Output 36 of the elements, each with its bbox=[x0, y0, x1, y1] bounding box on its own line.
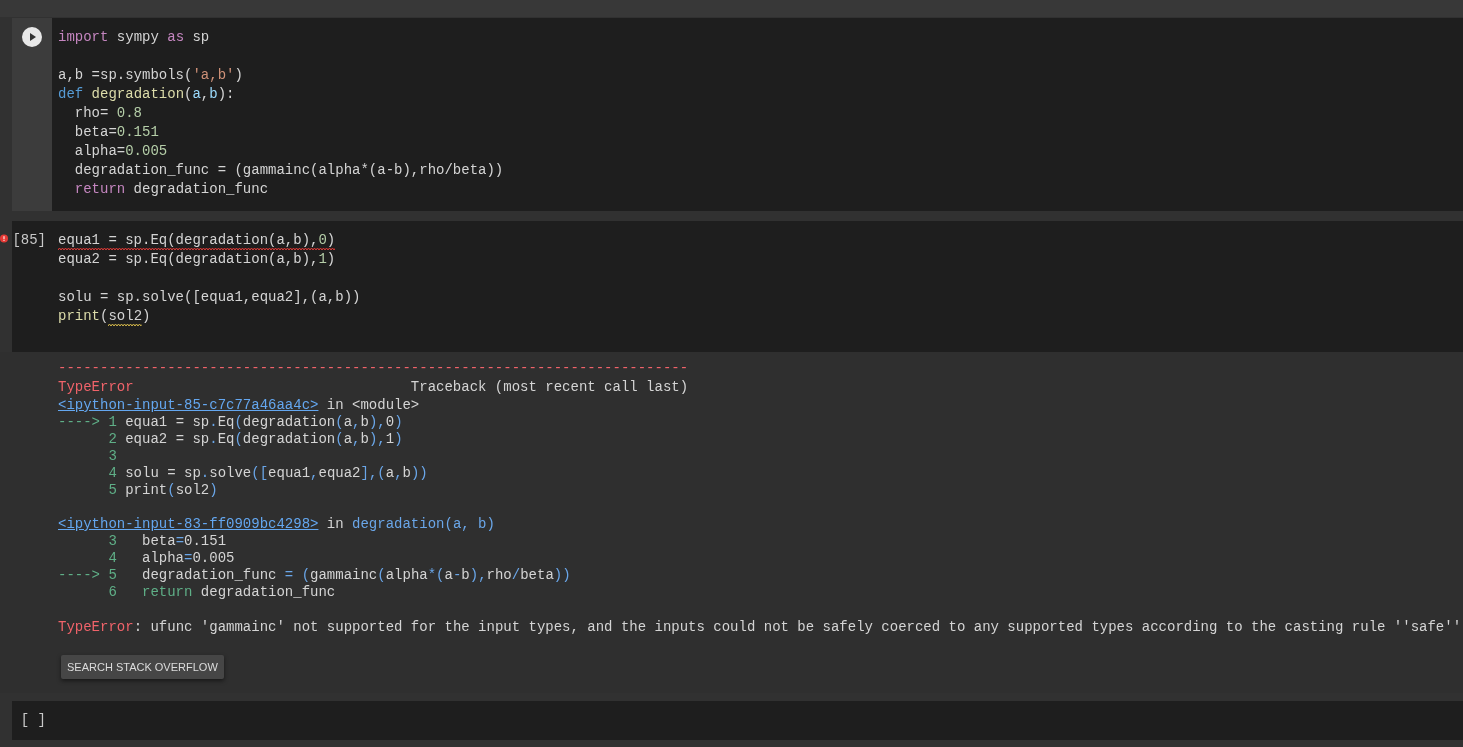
file-link[interactable]: <ipython-input-85-c7c77a46aa4c> bbox=[58, 397, 319, 414]
traceback-line: 3 beta=0.151 bbox=[107, 533, 227, 550]
code-cell[interactable]: [ ] bbox=[12, 701, 1463, 740]
code-line: beta=0.151 bbox=[73, 123, 159, 142]
code-line: a,b =sp.symbols('a,b') bbox=[58, 66, 243, 85]
frame-location: in <module> bbox=[325, 397, 420, 414]
run-button[interactable] bbox=[22, 27, 42, 47]
traceback-line: ----> 1 equa1 = sp.Eq(degradation(a,b),0) bbox=[58, 414, 403, 431]
traceback-line: 4 alpha=0.005 bbox=[107, 550, 235, 567]
traceback-line: 6 return degradation_func bbox=[107, 584, 336, 601]
code-cell[interactable]: import sympy as sp a,b =sp.symbols('a,b') def degradation(a,b): rho= 0.8 beta=0.151 alpha=0.005 degradation_func = (gammainc(alpha*(a-b),rho/beta)) return degradation_func bbox=[12, 18, 1463, 211]
traceback-line: ----> 5 degradation_func = (gammainc(alpha*(a-b),rho/beta)) bbox=[58, 567, 571, 584]
code-cell[interactable]: [85] equa1 = sp.Eq(degradation(a,b),0) equa2 = sp.Eq(degradation(a,b),1) solu = sp.solve([equa1,equa2],(a,b)) print(sol2) bbox=[12, 221, 1463, 352]
error-message: TypeError: ufunc 'gammainc' not supported for the input types, and the inputs could not be safely coerced to any supported types according to the casting rule ''safe'' bbox=[58, 618, 1462, 637]
execution-count: [85] bbox=[12, 231, 46, 250]
code-line: print(sol2) bbox=[58, 307, 151, 326]
traceback-rule: --------------------------------------------------------------------------- bbox=[58, 359, 689, 378]
execution-count: [ ] bbox=[20, 711, 46, 730]
code-line: degradation_func = (gammainc(alpha*(a-b),rho/beta)) bbox=[73, 161, 504, 180]
traceback-title: Traceback (most recent call last) bbox=[410, 378, 689, 397]
code-line: solu = sp.solve([equa1,equa2],(a,b)) bbox=[58, 288, 361, 307]
code-line: equa1 = sp.Eq(degradation(a,b),0) bbox=[58, 231, 336, 250]
traceback-line: 4 solu = sp.solve([equa1,equa2],(a,b)) bbox=[107, 465, 428, 482]
traceback-line: 2 equa2 = sp.Eq(degradation(a,b),1) bbox=[107, 431, 403, 448]
code-line: equa2 = sp.Eq(degradation(a,b),1) bbox=[58, 250, 336, 269]
error-name: TypeError bbox=[58, 378, 134, 397]
code-line: def degradation(a,b): bbox=[58, 85, 235, 104]
code-line: alpha=0.005 bbox=[73, 142, 168, 161]
code-line: return degradation_func bbox=[73, 180, 269, 199]
file-link[interactable]: <ipython-input-83-ff0909bc4298> bbox=[58, 516, 319, 533]
search-button[interactable]: SEARCH STACK OVERFLOW bbox=[61, 655, 224, 679]
frame-location: in degradation(a, b) bbox=[325, 516, 495, 533]
code-line: import sympy as sp bbox=[58, 28, 210, 47]
code-line: rho= 0.8 bbox=[73, 104, 143, 123]
traceback-line: 3 bbox=[107, 448, 117, 465]
traceback-line: 5 print(sol2) bbox=[107, 482, 218, 499]
